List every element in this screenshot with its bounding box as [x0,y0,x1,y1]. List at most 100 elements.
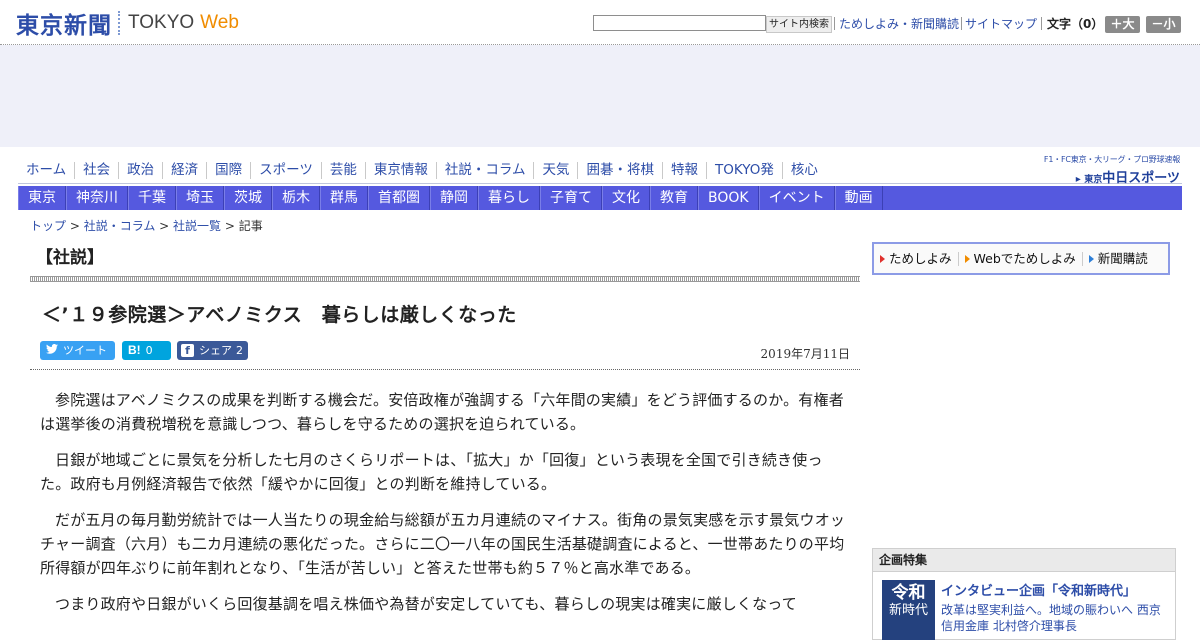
hatena-bookmark-button[interactable]: B! 0 [122,341,171,360]
tweet-button[interactable]: ツイート [40,341,115,360]
article-date: 2019年7月11日 [760,347,850,361]
breadcrumb-current: 記事 [238,219,263,233]
section-title: 【社説】 [36,248,104,268]
arrow-icon [964,254,970,263]
main-nav-item[interactable]: 特報 [661,161,706,179]
region-nav-item[interactable]: 静岡 [430,186,478,210]
breadcrumb-sep: > [221,219,239,233]
breadcrumb-top[interactable]: トップ [30,219,66,233]
subscribe-label: 新聞購読 [1097,250,1148,266]
region-nav-item[interactable]: 文化 [602,186,650,210]
breadcrumb-editorial[interactable]: 社説・コラム [84,219,156,233]
feature-title-link[interactable]: インタビュー企画「令和新時代」 [941,580,1136,599]
main-nav-item[interactable]: 社説・コラム [435,161,534,179]
main-nav-item[interactable]: 経済 [162,161,206,179]
subscribe-box: ためしよみ Webでためしよみ 新聞購読 [872,242,1170,275]
header-divider [1041,17,1042,30]
twitter-bird-icon [46,341,58,360]
arrow-icon [1088,254,1094,263]
region-nav-item[interactable]: 埼玉 [176,186,224,210]
chunichi-name: 中日スポーツ [1102,171,1180,186]
article-divider [30,369,860,370]
breadcrumb-sep: > [66,219,84,233]
logo-jp: 東京新聞 [16,12,112,39]
hatena-bookmark-icon: B! [128,343,141,357]
main-nav-item[interactable]: 政治 [118,161,162,179]
region-nav-item[interactable]: 暮らし [478,186,540,210]
logo-web: Web [200,12,239,33]
logo-divider [118,11,121,35]
region-nav-item[interactable]: 群馬 [320,186,368,210]
main-nav-item[interactable]: 社会 [74,161,118,179]
ad-banner [0,45,1200,147]
chunichi-logo: ▸ 東京中日スポーツ [1075,171,1180,186]
feature-description-link[interactable]: 改革は堅実利益へ。地域の賑わいへ 西京信用金庫 北村啓介理事長 [941,602,1171,634]
region-nav-item[interactable]: 茨城 [224,186,272,210]
article-paragraph: 参院選はアベノミクスの成果を判断する機会だ。安倍政権が強調する「六年間の実績」を… [40,391,844,433]
breadcrumb: トップ > 社説・コラム > 社説一覧 > 記事 [30,217,263,234]
facebook-share-label: シェア [199,344,232,357]
chunichi-sports-banner[interactable]: F1・FC東京・大リーグ・プロ野球速報 ▸ 東京中日スポーツ [1024,154,1180,186]
tweet-label: ツイート [63,344,107,357]
region-nav-item[interactable]: 教育 [650,186,698,210]
region-nav-item[interactable]: 東京 [18,186,66,210]
main-nav-item[interactable]: 国際 [206,161,250,179]
main-nav: ホーム 社会 政治 経済 国際 スポーツ 芸能 東京情報 社説・コラム 天気 囲碁・将棋 特報 TOKY… [18,158,826,182]
region-nav-item[interactable]: イベント [758,186,835,210]
search-input[interactable] [593,15,766,31]
region-nav-item[interactable]: 神奈川 [66,186,128,210]
breadcrumb-editorial-list[interactable]: 社説一覧 [173,219,221,233]
trial-read-label: ためしよみ [889,250,952,266]
font-smaller-button[interactable]: －小 [1146,16,1181,33]
chunichi-prefix: 東京 [1084,175,1103,185]
main-nav-item[interactable]: ホーム [18,162,74,179]
main-nav-item[interactable]: TOKYO発 [705,161,782,179]
nav-divider [18,183,1182,184]
article-body: 参院選はアベノミクスの成果を判断する機会だ。安倍政権が強調する「六年間の実績」を… [40,388,848,628]
hatena-count: 0 [145,344,153,357]
article-title: ＜’１９参院選＞アベノミクス 暮らしは厳しくなった [42,304,517,326]
feature-box: 企画特集 令和 新時代 インタビュー企画「令和新時代」 改革は堅実利益へ。地域の… [872,548,1176,640]
header-divider [961,17,962,30]
main-nav-item[interactable]: 芸能 [320,161,365,179]
region-nav-item[interactable]: 首都圏 [368,186,430,210]
web-trial-read-label: Webでためしよみ [973,250,1076,266]
font-size-label: 文字（0） [1047,17,1104,31]
site-header: 東京新聞 TOKYO Web サイト内検索 ためしよみ・新聞購読 サイトマップ … [0,0,1200,45]
trial-read-link[interactable]: ためしよみ [874,250,958,266]
trial-subscribe-link[interactable]: ためしよみ・新聞購読 [839,16,959,32]
site-logo[interactable]: 東京新聞 TOKYO Web [16,9,239,39]
article-paragraph: 日銀が地域ごとに景気を分析した七月のさくらリポートは、「拡大」か「回復」という表… [40,451,823,493]
main-nav-item[interactable]: スポーツ [250,161,321,179]
facebook-share-button[interactable]: f シェア 2 [177,341,248,360]
section-divider [30,276,860,282]
facebook-icon: f [181,344,194,357]
facebook-share-count: 2 [236,344,243,357]
article-paragraph: だが五月の毎月勤労統計では一人当たりの現金給与総額が五カ月連続のマイナス。街角の… [40,511,846,577]
site-search-button[interactable]: サイト内検索 [766,16,832,33]
region-nav-item[interactable]: BOOK [698,186,759,210]
thumbnail-text-top: 令和 [891,583,926,603]
main-nav-item[interactable]: 核心 [781,161,826,179]
region-nav-item[interactable]: 子育て [540,186,602,210]
main-nav-item[interactable]: 天気 [533,161,577,179]
main-nav-item[interactable]: 東京情報 [364,161,436,179]
subscribe-link[interactable]: 新聞購読 [1081,250,1154,266]
logo-tokyo: TOKYO [128,12,195,33]
sitemap-link[interactable]: サイトマップ [965,16,1037,32]
region-nav-item[interactable]: 栃木 [272,186,320,210]
article-paragraph: つまり政府や日銀がいくら回復基調を唱え株価や為替が安定していても、暮らしの現実は… [55,595,797,613]
region-nav-item[interactable]: 千葉 [128,186,176,210]
font-bigger-button[interactable]: ＋大 [1105,16,1140,33]
region-nav: 東京 神奈川 千葉 埼玉 茨城 栃木 群馬 首都圏 静岡 暮らし 子育て 文化 教育 BOOK イベント 動画 [18,186,1182,210]
arrow-icon [880,254,885,263]
web-trial-read-link[interactable]: Webでためしよみ [957,250,1082,266]
region-nav-item[interactable]: 動画 [834,186,883,210]
main-nav-item[interactable]: 囲碁・将棋 [577,161,662,179]
chunichi-tagline: F1・FC東京・大リーグ・プロ野球速報 [1043,155,1180,164]
thumbnail-text-bottom: 新時代 [888,603,928,618]
feature-thumbnail[interactable]: 令和 新時代 [882,580,935,640]
header-divider [834,17,835,30]
feature-heading: 企画特集 [873,549,1175,572]
breadcrumb-sep: > [155,219,174,233]
